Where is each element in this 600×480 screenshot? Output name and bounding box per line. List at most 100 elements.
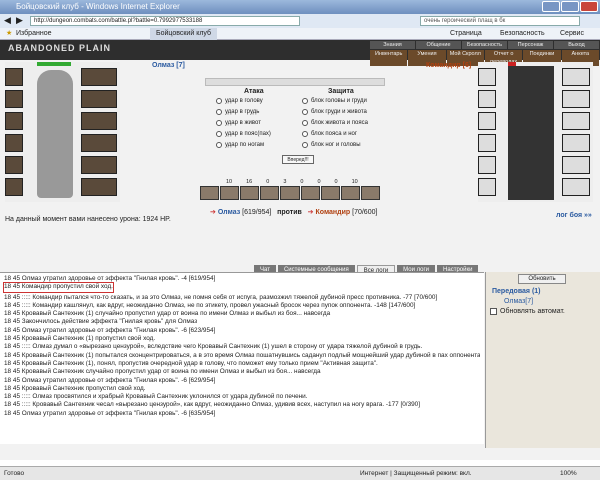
menu-social[interactable]: Общение bbox=[416, 41, 461, 49]
star-icon[interactable]: ★ bbox=[6, 28, 12, 40]
equip-slot[interactable] bbox=[478, 178, 496, 196]
log-line: 18 45 Закончилось действие эффекта "Гнил… bbox=[4, 318, 198, 326]
damage-summary: На данный момент вами нанесено урона: 19… bbox=[5, 216, 171, 223]
ability-icon[interactable] bbox=[300, 186, 320, 200]
ability-icon[interactable] bbox=[200, 186, 220, 200]
log-line: 18 45 Командир пропустил свой ход. bbox=[3, 282, 114, 293]
defense-header: Защита bbox=[328, 88, 354, 95]
team-sidebar: Обновить Передовая (1) Олмаз[7] Обновлят… bbox=[485, 272, 600, 448]
menu-inventory[interactable]: Инвентарь bbox=[370, 50, 408, 66]
defense-option[interactable]: блок живота и пояса bbox=[302, 120, 368, 126]
equip-slot[interactable] bbox=[5, 156, 23, 174]
forward-button[interactable]: Вперед!!! bbox=[282, 155, 314, 164]
status-text: Готово bbox=[4, 470, 25, 477]
window-title: Бойцовский клуб - Windows Internet Explo… bbox=[16, 2, 180, 11]
maximize-button[interactable] bbox=[561, 1, 579, 12]
enemy-name[interactable]: Командир [6] bbox=[426, 62, 471, 69]
log-line: 18 45 Кровавый Сантехник пропустил свой … bbox=[4, 384, 146, 392]
equip-slot[interactable] bbox=[478, 134, 496, 152]
log-line: 18 45 Олмаз утратил здоровье от эффекта … bbox=[4, 376, 216, 384]
equip-slot[interactable] bbox=[5, 178, 23, 196]
log-line: 18 45 ::::: Олмаз просвятился и храбрый … bbox=[4, 393, 308, 401]
battle-log: 18 45 Олмаз утратил здоровье от эффекта … bbox=[0, 272, 484, 444]
ability-icon[interactable] bbox=[320, 186, 340, 200]
window-titlebar: Бойцовский клуб - Windows Internet Explo… bbox=[0, 0, 600, 14]
battle-log-link[interactable]: лог боя »» bbox=[556, 212, 592, 219]
tools-menu[interactable]: Сервис bbox=[560, 28, 584, 40]
attack-option[interactable]: удар в грудь bbox=[216, 109, 259, 115]
close-button[interactable] bbox=[580, 1, 598, 12]
search-input[interactable]: очень героический плащ в бк bbox=[420, 16, 580, 26]
back-icon[interactable]: ◀ bbox=[4, 15, 11, 26]
log-line: 18 45 ::::: Олмаз думал о «вырезано ценз… bbox=[4, 343, 423, 351]
player-panel bbox=[5, 62, 120, 202]
equip-slot[interactable] bbox=[81, 90, 117, 108]
menu-security[interactable]: Безопасность bbox=[462, 41, 507, 49]
top-menu: Знания Общение Безопасность Персонаж Вых… bbox=[370, 41, 600, 49]
equip-slot[interactable] bbox=[5, 90, 23, 108]
update-button[interactable]: Обновить bbox=[518, 274, 566, 284]
log-line: 18 45 Олмаз утратил здоровье от эффекта … bbox=[4, 326, 216, 334]
team-member[interactable]: Олмаз[7] bbox=[504, 298, 533, 305]
log-line: 18 45 ::::: Командир пытался что-то сказ… bbox=[4, 293, 438, 301]
equip-slot[interactable] bbox=[562, 68, 590, 86]
security-zone: Интернет | Защищенный режим: вкл. bbox=[360, 470, 472, 477]
arrow-icon: ➔ bbox=[307, 209, 314, 216]
equip-slot[interactable] bbox=[5, 112, 23, 130]
equip-slot[interactable] bbox=[5, 68, 23, 86]
url-input[interactable]: http://dungeon.combats.com/battle.pl?bat… bbox=[30, 16, 300, 26]
log-line: 18 45 Кровавый Сантехник (1) пропустил с… bbox=[4, 335, 156, 343]
page-menu[interactable]: Страница bbox=[450, 28, 482, 40]
equip-slot[interactable] bbox=[81, 68, 117, 86]
defense-option[interactable]: блок груди и живота bbox=[302, 109, 367, 115]
attack-header: Атака bbox=[244, 88, 264, 95]
minimize-button[interactable] bbox=[542, 1, 560, 12]
defense-option[interactable]: блок ног и головы bbox=[302, 142, 361, 148]
menu-knowledge[interactable]: Знания bbox=[370, 41, 415, 49]
menu-exit[interactable]: Выход bbox=[554, 41, 599, 49]
equip-slot[interactable] bbox=[478, 68, 496, 86]
player-name[interactable]: Олмаз [7] bbox=[152, 62, 185, 69]
ability-icon[interactable] bbox=[220, 186, 240, 200]
ability-icon[interactable] bbox=[340, 186, 360, 200]
equip-slot[interactable] bbox=[562, 178, 590, 196]
ability-counters: 10 16 03 00 0 10 bbox=[226, 179, 358, 185]
menu-character[interactable]: Персонаж bbox=[508, 41, 553, 49]
ability-icon[interactable] bbox=[240, 186, 260, 200]
tab-combats[interactable]: Бойцовский клуб bbox=[150, 28, 218, 40]
auto-update-label: Обновлять автомат. bbox=[500, 308, 565, 315]
log-line: 18 45 ::::: Кровавый Сантехник чесал «вы… bbox=[4, 401, 421, 409]
ability-icons bbox=[200, 186, 380, 200]
ability-icon[interactable] bbox=[360, 186, 380, 200]
ability-icon[interactable] bbox=[280, 186, 300, 200]
auto-update-checkbox[interactable] bbox=[490, 308, 497, 315]
safety-menu[interactable]: Безопасность bbox=[500, 28, 545, 40]
equip-slot[interactable] bbox=[81, 134, 117, 152]
arrow-icon: ➔ bbox=[210, 209, 216, 216]
equip-slot[interactable] bbox=[478, 90, 496, 108]
ability-icon[interactable] bbox=[260, 186, 280, 200]
equip-slot[interactable] bbox=[81, 156, 117, 174]
equip-slot[interactable] bbox=[478, 112, 496, 130]
attack-option[interactable]: удар по ногам bbox=[216, 142, 264, 148]
attack-option[interactable]: удар в живот bbox=[216, 120, 261, 126]
equip-slot[interactable] bbox=[81, 178, 117, 196]
forward-icon[interactable]: ▶ bbox=[16, 15, 23, 26]
log-line: 18 45 Кровавый Сантехник (1), понял, про… bbox=[4, 359, 378, 367]
log-line: 18 45 Кровавый Сантехник (1) попытался с… bbox=[4, 351, 480, 359]
player-avatar[interactable] bbox=[37, 70, 73, 198]
attack-option[interactable]: удар в голову bbox=[216, 98, 263, 104]
zoom-level[interactable]: 100% bbox=[560, 467, 577, 480]
equip-slot[interactable] bbox=[81, 112, 117, 130]
equip-slot[interactable] bbox=[562, 156, 590, 174]
equip-slot[interactable] bbox=[562, 112, 590, 130]
enemy-avatar[interactable] bbox=[508, 66, 554, 200]
equip-slot[interactable] bbox=[562, 90, 590, 108]
equip-slot[interactable] bbox=[478, 156, 496, 174]
defense-option[interactable]: блок головы и груди bbox=[302, 98, 367, 104]
favorites-label[interactable]: Избранное bbox=[16, 28, 51, 40]
defense-option[interactable]: блок пояса и ног bbox=[302, 131, 357, 137]
equip-slot[interactable] bbox=[562, 134, 590, 152]
attack-option[interactable]: удар в пояс(пах) bbox=[216, 131, 271, 137]
equip-slot[interactable] bbox=[5, 134, 23, 152]
